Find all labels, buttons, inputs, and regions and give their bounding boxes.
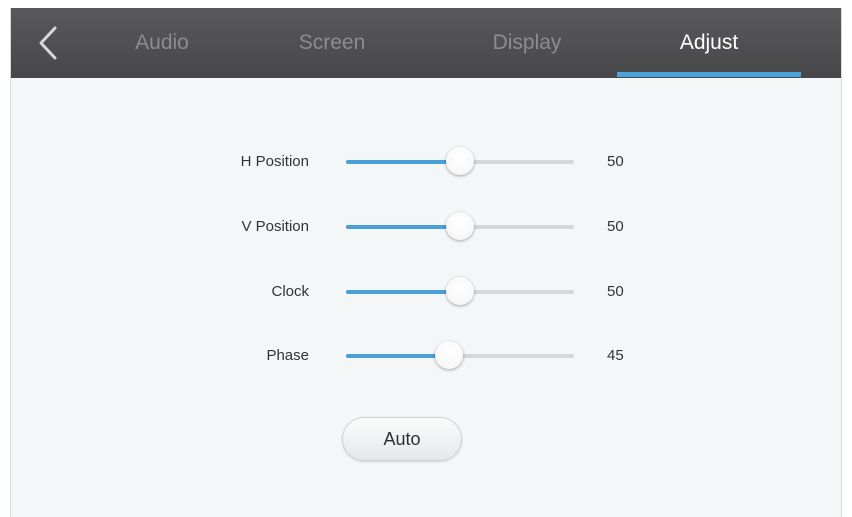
tab-bar: Audio Screen Display Adjust — [11, 8, 841, 78]
tab-adjust[interactable]: Adjust — [617, 8, 801, 78]
h-position-value: 50 — [607, 153, 624, 170]
phase-row: Phase 45 — [11, 336, 841, 376]
slider-thumb[interactable] — [446, 212, 474, 240]
h-position-label: H Position — [240, 153, 309, 170]
tab-screen[interactable]: Screen — [277, 8, 387, 78]
clock-slider[interactable] — [346, 272, 574, 312]
auto-button[interactable]: Auto — [342, 417, 462, 461]
slider-fill — [346, 160, 460, 164]
active-tab-indicator — [617, 72, 801, 77]
phase-label: Phase — [266, 347, 309, 364]
tab-audio[interactable]: Audio — [117, 8, 207, 78]
v-position-value: 50 — [607, 218, 624, 235]
v-position-slider[interactable] — [346, 207, 574, 247]
v-position-label: V Position — [241, 218, 309, 235]
h-position-slider[interactable] — [346, 142, 574, 182]
clock-row: Clock 50 — [11, 272, 841, 312]
clock-value: 50 — [607, 283, 624, 300]
clock-label: Clock — [271, 283, 309, 300]
slider-thumb[interactable] — [446, 277, 474, 305]
slider-fill — [346, 225, 460, 229]
slider-thumb[interactable] — [434, 341, 463, 369]
slider-thumb[interactable] — [446, 147, 474, 175]
tab-display[interactable]: Display — [472, 8, 582, 78]
h-position-row: H Position 50 — [11, 142, 841, 182]
chevron-left-icon — [39, 26, 57, 60]
slider-fill — [346, 354, 449, 358]
phase-value: 45 — [607, 347, 624, 364]
v-position-row: V Position 50 — [11, 207, 841, 247]
back-button[interactable] — [35, 24, 63, 62]
phase-slider[interactable] — [346, 336, 574, 376]
slider-fill — [346, 290, 460, 294]
adjust-settings-window: Audio Screen Display Adjust H Position 5… — [10, 8, 842, 517]
